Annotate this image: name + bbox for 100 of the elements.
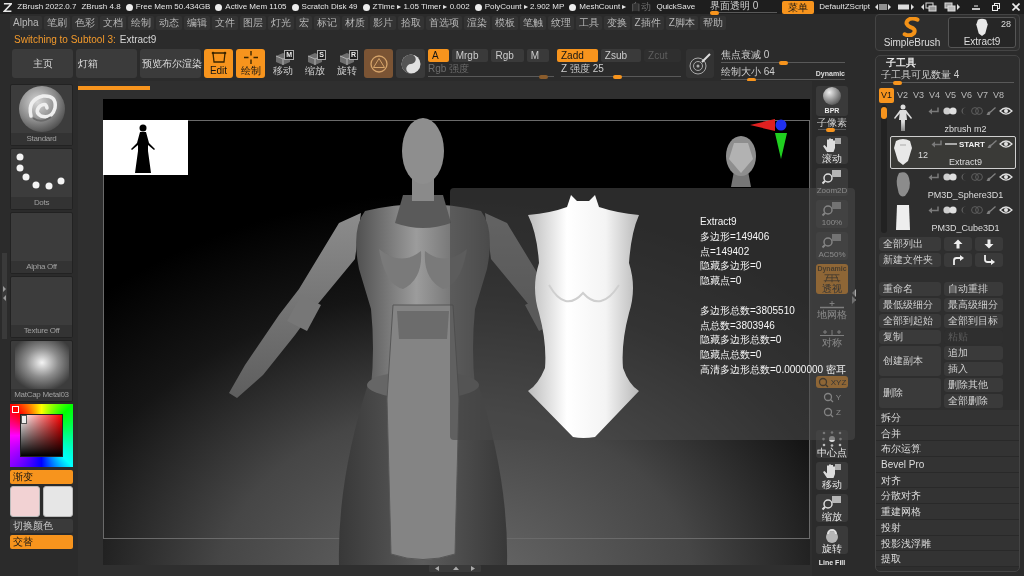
brush-selector[interactable]: SimpleBrush: [879, 17, 945, 48]
menu-toggle-button[interactable]: 菜单: [782, 0, 815, 14]
double-circle-icon[interactable]: [943, 107, 957, 115]
move-out-button[interactable]: [975, 253, 1003, 267]
tool-selector[interactable]: 28 Extract9: [948, 17, 1016, 48]
slider-track[interactable]: [561, 75, 681, 79]
menu-item[interactable]: 绘制: [127, 16, 154, 30]
return-arrow-icon[interactable]: [928, 173, 940, 181]
slider-thumb[interactable]: [778, 61, 788, 65]
menu-item[interactable]: 渲染: [463, 16, 490, 30]
subtool-item[interactable]: PM3D_Cube3D1: [890, 202, 1016, 235]
axis-gizmo-icon[interactable]: [750, 119, 787, 159]
section-header[interactable]: Bevel Pro: [876, 457, 1019, 473]
action-button[interactable]: 插入: [944, 362, 1003, 376]
brush-target-button[interactable]: [686, 49, 714, 78]
menu-item[interactable]: 色彩: [71, 16, 98, 30]
version-tab[interactable]: V4: [927, 88, 942, 103]
move-down-button[interactable]: [975, 237, 1003, 251]
stroke-tile[interactable]: Dots: [10, 148, 73, 210]
subtool-scrollbar[interactable]: [881, 105, 887, 233]
double-circle-icon[interactable]: [943, 206, 957, 214]
size-slider-icon[interactable]: [875, 3, 891, 11]
action-button[interactable]: 复制: [879, 330, 941, 344]
scroll-button[interactable]: 滚动: [816, 136, 848, 164]
toolbar-button[interactable]: 灯箱: [76, 49, 137, 78]
empty-tile[interactable]: Alpha Off: [10, 212, 73, 274]
menu-item[interactable]: 笔触: [519, 16, 546, 30]
slider-thumb[interactable]: [825, 128, 835, 132]
collapse-handle-icon[interactable]: [2, 253, 7, 339]
slider-track[interactable]: [721, 61, 845, 65]
move-view-button[interactable]: 移动: [816, 462, 848, 490]
subtool-item[interactable]: PM3D_Sphere3D1: [890, 169, 1016, 202]
close-icon[interactable]: [1012, 3, 1020, 11]
version-tab[interactable]: V5: [943, 88, 958, 103]
channel-button[interactable]: Mrgb: [451, 49, 489, 62]
menu-item[interactable]: 笔刷: [43, 16, 70, 30]
sculpt-mode-button[interactable]: Zadd: [557, 49, 598, 62]
version-tab[interactable]: V7: [975, 88, 990, 103]
rotate-view-button[interactable]: 旋转: [816, 526, 848, 554]
section-header[interactable]: 提取: [876, 551, 1019, 567]
menu-item[interactable]: 灯光: [267, 16, 294, 30]
restore-icon[interactable]: [992, 3, 1000, 11]
eye-icon[interactable]: [999, 107, 1013, 115]
double-circle-icon[interactable]: [943, 173, 957, 181]
zoom-view-button[interactable]: 缩放: [816, 494, 848, 522]
action-button[interactable]: 全部到目标: [944, 314, 1003, 328]
brush-icon[interactable]: [986, 206, 996, 214]
gradient-toggle[interactable]: 渐变: [10, 470, 73, 484]
slider-thumb[interactable]: [893, 81, 903, 85]
menu-item[interactable]: 拾取: [397, 16, 424, 30]
brush-tile[interactable]: Standard: [10, 84, 73, 146]
switch-color-button[interactable]: 切换颜色: [10, 519, 73, 533]
brush-icon[interactable]: [987, 140, 997, 148]
slider-track[interactable]: [710, 11, 778, 15]
brush-icon[interactable]: [986, 173, 996, 181]
return-arrow-icon[interactable]: [928, 206, 940, 214]
channel-button[interactable]: A: [428, 49, 449, 62]
menu-item[interactable]: 动态: [155, 16, 182, 30]
menu-item[interactable]: Z脚本: [665, 16, 698, 30]
menu-item[interactable]: Alpha: [10, 16, 42, 30]
saturation-picker[interactable]: [20, 414, 63, 457]
menu-item[interactable]: 变换: [603, 16, 630, 30]
shading-button[interactable]: [396, 49, 425, 78]
action-button[interactable]: 自动重排: [944, 282, 1003, 296]
version-tab[interactable]: V2: [895, 88, 910, 103]
color-swatch[interactable]: [43, 486, 73, 517]
slider-track[interactable]: [428, 75, 554, 79]
menu-item[interactable]: 首选项: [425, 16, 462, 30]
edit-button[interactable]: Edit: [204, 49, 233, 78]
version-tab[interactable]: V6: [959, 88, 974, 103]
menu-item[interactable]: Z插件: [631, 16, 664, 30]
move-up-button[interactable]: [944, 237, 972, 251]
delete-button[interactable]: 删除: [879, 378, 941, 408]
empty-tile[interactable]: Texture Off: [10, 276, 73, 338]
eye-icon[interactable]: [999, 140, 1013, 148]
menu-item[interactable]: 模板: [491, 16, 518, 30]
version-tab[interactable]: V8: [991, 88, 1006, 103]
eye-icon[interactable]: [999, 173, 1013, 181]
menu-item[interactable]: 影片: [369, 16, 396, 30]
menu-item[interactable]: 文件: [211, 16, 238, 30]
action-button[interactable]: 删除其他: [944, 378, 1003, 392]
menu-item[interactable]: 材质: [341, 16, 368, 30]
material-tile[interactable]: MatCap Metal03: [10, 340, 73, 402]
menu-item[interactable]: 工具: [575, 16, 602, 30]
menu-item[interactable]: 纹理: [547, 16, 574, 30]
section-header[interactable]: 布尔运算: [876, 441, 1019, 458]
minimize-icon[interactable]: [972, 3, 980, 11]
return-arrow-icon[interactable]: [928, 107, 940, 115]
windows-icon[interactable]: [921, 2, 937, 12]
menu-item[interactable]: 图层: [239, 16, 266, 30]
subtool-item[interactable]: zbrush m2: [890, 103, 1016, 136]
slider-thumb[interactable]: [613, 75, 623, 79]
list-all-button[interactable]: 全部列出: [879, 237, 941, 251]
menu-item[interactable]: 标记: [313, 16, 340, 30]
slider-thumb[interactable]: [710, 11, 720, 15]
return-arrow-icon[interactable]: [930, 140, 943, 148]
action-button[interactable]: 全部到起始: [879, 314, 941, 328]
action-button[interactable]: 最低级细分: [879, 298, 941, 312]
expand-handle-icon[interactable]: [851, 288, 857, 304]
menu-item[interactable]: 帮助: [699, 16, 726, 30]
